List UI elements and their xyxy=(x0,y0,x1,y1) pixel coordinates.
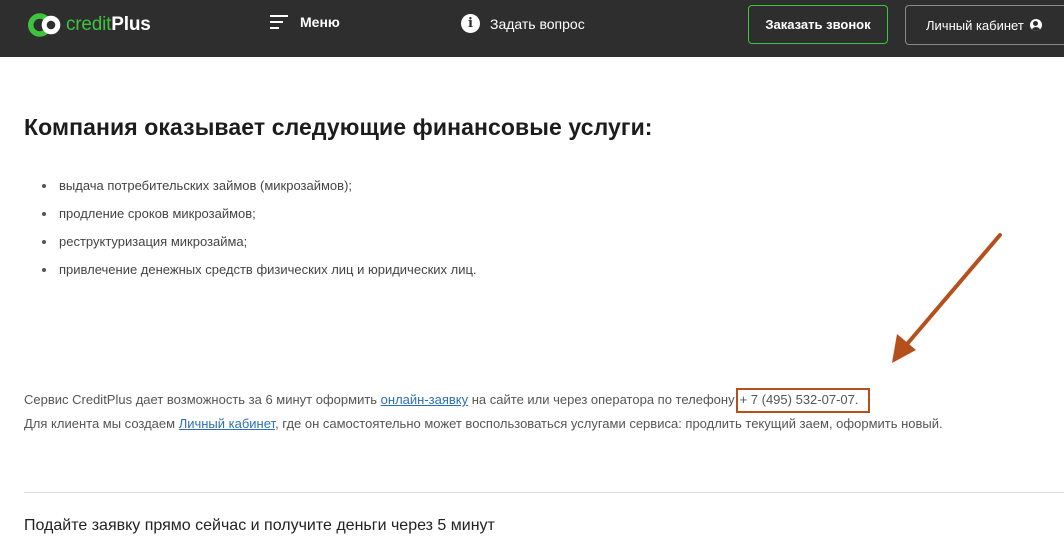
order-call-button[interactable]: Заказать звонок xyxy=(748,5,888,44)
call-to-action-heading: Подайте заявку прямо сейчас и получите д… xyxy=(24,517,495,534)
ask-question-link[interactable]: i Задать вопрос xyxy=(461,14,585,33)
site-header: creditPlus Меню i Задать вопрос Заказать… xyxy=(0,0,1064,57)
logo-credit: credit xyxy=(66,14,112,35)
online-application-link[interactable]: онлайн-заявку xyxy=(381,392,468,407)
menu-label: Меню xyxy=(300,14,340,30)
personal-cabinet-label: Личный кабинет xyxy=(926,17,1024,33)
para1-text-after: на сайте или через оператора по телефону xyxy=(468,392,735,407)
page-title: Компания оказывает следующие финансовые … xyxy=(24,114,653,140)
info-icon: i xyxy=(461,14,480,33)
para2-text-after: , где он самостоятельно может воспользов… xyxy=(275,416,943,431)
menu-button[interactable]: Меню xyxy=(270,14,340,30)
list-item: привлечение денежных средств физических … xyxy=(42,260,477,288)
online-application-paragraph: Сервис CreditPlus дает возможность за 6 … xyxy=(24,388,871,413)
personal-cabinet-link[interactable]: Личный кабинет xyxy=(179,416,275,431)
annotation-arrow-icon xyxy=(892,233,1002,363)
personal-cabinet-paragraph: Для клиента мы создаем Личный кабинет, г… xyxy=(24,416,943,431)
logo-mark-icon xyxy=(28,13,61,37)
logo-text: creditPlus xyxy=(66,14,151,36)
services-list: выдача потребительских займов (микрозайм… xyxy=(42,176,477,288)
para1-text-before: Сервис CreditPlus дает возможность за 6 … xyxy=(24,392,381,407)
logo[interactable]: creditPlus xyxy=(24,12,151,38)
list-item: реструктуризация микрозайма; xyxy=(42,232,477,260)
user-icon xyxy=(1029,19,1042,31)
divider xyxy=(24,492,1064,493)
phone-number: + 7 (495) 532-07-07. xyxy=(735,388,871,413)
logo-plus: Plus xyxy=(111,14,151,35)
list-item: продление сроков микрозаймов; xyxy=(42,204,477,232)
ask-question-label: Задать вопрос xyxy=(490,15,585,32)
personal-cabinet-button[interactable]: Личный кабинет xyxy=(905,5,1064,45)
list-item: выдача потребительских займов (микрозайм… xyxy=(42,176,477,204)
para2-text-before: Для клиента мы создаем xyxy=(24,416,179,431)
hamburger-icon xyxy=(270,15,288,29)
